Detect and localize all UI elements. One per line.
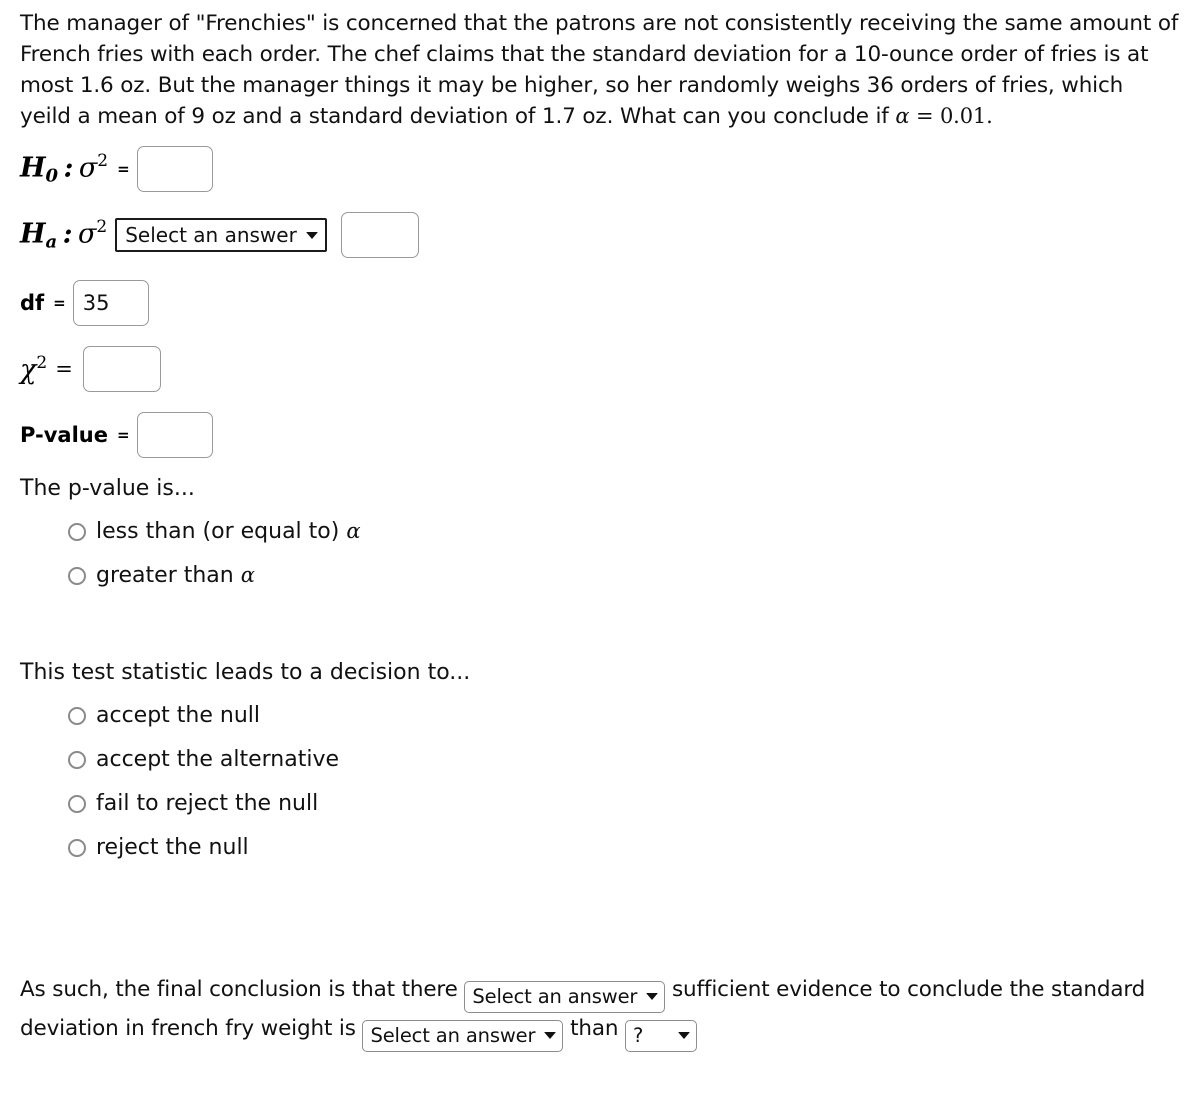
chi-symbol: χ xyxy=(20,354,37,386)
chi-square-input[interactable] xyxy=(82,346,161,392)
alt-hypothesis-label: Ha : σ2 xyxy=(20,216,108,253)
worksheet-page: The manager of "Frenchies" is concerned … xyxy=(0,0,1200,1052)
radio-circle-icon[interactable] xyxy=(68,839,86,857)
p-value-operator: = xyxy=(117,426,130,444)
null-hypothesis-row: H0 : σ2 = xyxy=(20,146,1180,192)
conclusion-evidence-select[interactable]: Select an answer xyxy=(464,980,666,1013)
chevron-down-icon xyxy=(305,231,318,239)
conclusion-paragraph: As such, the final conclusion is that th… xyxy=(20,974,1180,1052)
radio-circle-icon[interactable] xyxy=(68,523,86,541)
null-hypothesis-label: H0 : σ2 xyxy=(20,150,109,187)
conclusion-value-select[interactable]: ? xyxy=(625,1019,698,1052)
radio-label: less than (or equal to) α xyxy=(96,521,361,543)
radio-circle-icon[interactable] xyxy=(68,751,86,769)
null-hypothesis-subscript: 0 xyxy=(45,165,59,187)
chevron-down-icon xyxy=(678,1032,691,1039)
chi-square-row: χ2 = xyxy=(20,346,1180,392)
conclusion-comparison-select-value: Select an answer xyxy=(370,1023,536,1047)
radio-label: accept the alternative xyxy=(96,747,340,772)
alt-hypothesis-value-input[interactable] xyxy=(340,212,419,258)
alpha-symbol: α xyxy=(895,104,910,128)
conclusion-text-3: than xyxy=(570,1015,619,1041)
radio-option-accept-null[interactable]: accept the null xyxy=(68,694,1180,738)
alpha-symbol: α xyxy=(240,563,255,587)
conclusion-text-1: As such, the final conclusion is that th… xyxy=(20,976,458,1002)
chevron-down-icon xyxy=(544,1032,557,1039)
radio-option-pvalue-greater-than[interactable]: greater than α xyxy=(68,554,1180,598)
sigma-symbol: σ xyxy=(77,218,97,250)
radio-option-pvalue-less-than[interactable]: less than (or equal to) α xyxy=(68,510,1180,554)
radio-circle-icon[interactable] xyxy=(68,707,86,725)
degrees-of-freedom-row: df = xyxy=(20,280,1180,326)
p-value-row: P-value = xyxy=(20,412,1180,458)
decision-question-prompt: This test statistic leads to a decision … xyxy=(20,660,471,685)
conclusion-comparison-select[interactable]: Select an answer xyxy=(362,1019,564,1052)
conclusion-evidence-select-value: Select an answer xyxy=(472,984,638,1008)
null-hypothesis-colon: : xyxy=(58,152,79,184)
null-hypothesis-operator: = xyxy=(117,160,130,178)
p-value-input[interactable] xyxy=(136,412,213,458)
problem-statement: The manager of "Frenchies" is concerned … xyxy=(20,8,1180,132)
radio-option-fail-to-reject-null[interactable]: fail to reject the null xyxy=(68,782,1180,826)
decision-radio-group: accept the null accept the alternative f… xyxy=(20,694,1180,870)
radio-label: greater than α xyxy=(96,565,255,587)
p-value-question-prompt: The p-value is... xyxy=(20,476,195,501)
radio-label: fail to reject the null xyxy=(96,791,319,816)
null-hypothesis-value-input[interactable] xyxy=(136,146,213,192)
alt-hypothesis-operator-select-value: Select an answer xyxy=(125,223,297,247)
radio-option-reject-null[interactable]: reject the null xyxy=(68,826,1180,870)
radio-circle-icon[interactable] xyxy=(68,795,86,813)
p-value-radio-group: less than (or equal to) α greater than α xyxy=(20,510,1180,598)
df-operator: = xyxy=(53,294,66,312)
conclusion-value-select-value: ? xyxy=(633,1023,644,1047)
alt-hypothesis-operator-select[interactable]: Select an answer xyxy=(115,218,327,252)
radio-option-accept-alternative[interactable]: accept the alternative xyxy=(68,738,1180,782)
alt-hypothesis-subscript: a xyxy=(45,231,58,253)
alt-hypothesis-H: H xyxy=(20,218,46,250)
sigma-exponent: 2 xyxy=(97,150,109,171)
null-hypothesis-H: H xyxy=(20,152,46,184)
radio-label: accept the null xyxy=(96,703,261,728)
chevron-down-icon xyxy=(646,993,659,1000)
df-input[interactable] xyxy=(72,280,149,326)
df-label: df xyxy=(20,291,45,315)
alpha-value: 0.01. xyxy=(939,104,993,128)
p-value-label: P-value xyxy=(20,423,108,447)
chi-square-operator: = xyxy=(55,357,73,381)
sigma-exponent: 2 xyxy=(96,216,108,237)
radio-label: reject the null xyxy=(96,835,249,860)
radio-circle-icon[interactable] xyxy=(68,567,86,585)
chi-square-label: χ2 xyxy=(20,352,48,386)
radio-label-text: less than (or equal to) xyxy=(96,519,347,544)
chi-exponent: 2 xyxy=(36,352,48,373)
problem-statement-text: The manager of "Frenchies" is concerned … xyxy=(20,11,1179,129)
alpha-equals-sign: = xyxy=(909,104,940,128)
alpha-symbol: α xyxy=(346,519,361,543)
radio-label-text: greater than xyxy=(96,563,241,588)
sigma-symbol: σ xyxy=(78,152,98,184)
alt-hypothesis-colon: : xyxy=(57,218,78,250)
alt-hypothesis-row: Ha : σ2 Select an answer xyxy=(20,212,1180,258)
